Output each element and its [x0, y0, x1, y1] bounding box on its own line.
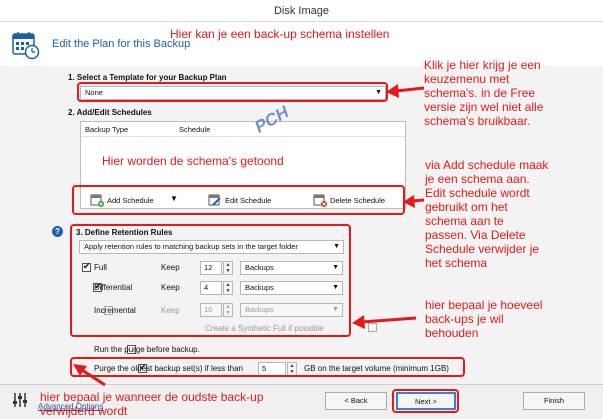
annotation-arrows: [73, 84, 425, 387]
